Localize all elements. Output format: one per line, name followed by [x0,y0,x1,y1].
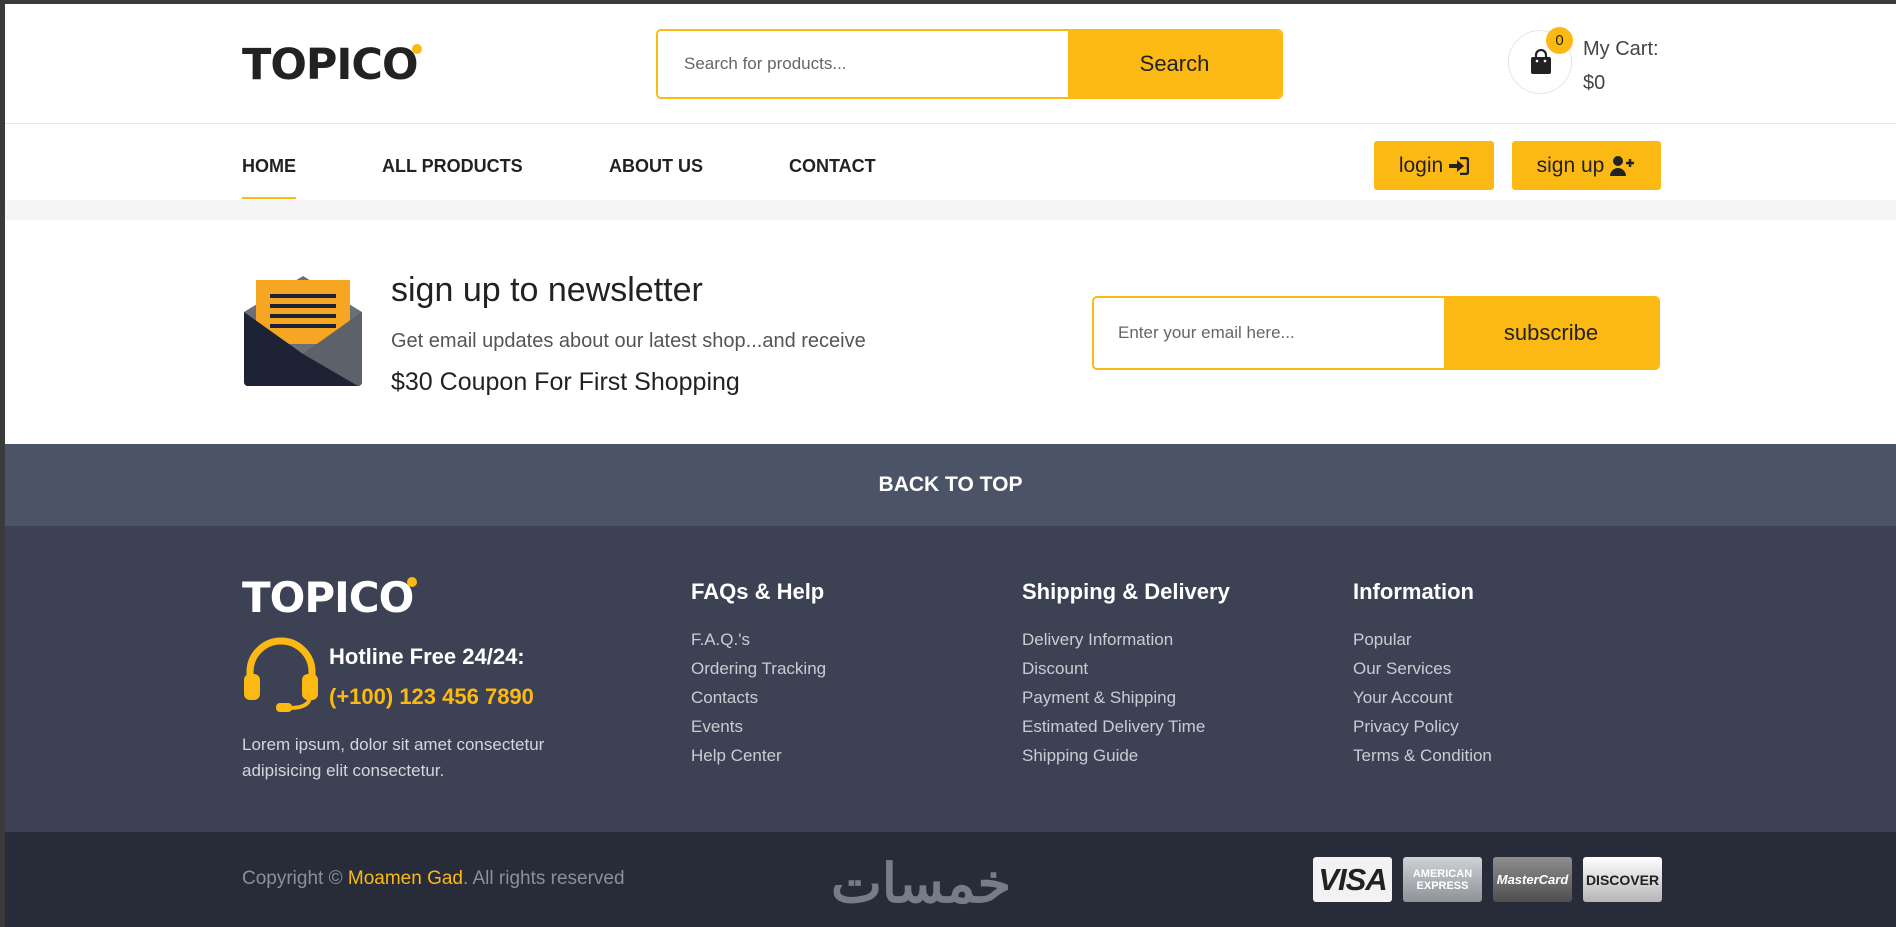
footer-link[interactable]: Help Center [691,741,826,770]
mastercard-label: MasterCard [1496,872,1569,887]
amex-label-1: AMERICAN [1412,867,1473,880]
footer-about-text: Lorem ipsum, dolor sit amet consectetur … [242,735,545,780]
footer-logo-text: TOPIC [242,573,380,622]
footer-link[interactable]: Events [691,712,826,741]
logo-text: TOPIC [242,40,383,90]
search-button[interactable]: Search [1068,31,1281,97]
newsletter-section: sign up to newsletter Get email updates … [5,220,1896,444]
footer-link[interactable]: Contacts [691,683,826,712]
newsletter-title: sign up to newsletter [391,271,703,309]
shopping-bag-icon [1531,49,1551,74]
hotline-label: Hotline Free 24/24: [329,644,525,669]
footer-logo-o: O [378,573,418,622]
newsletter-subtitle: Get email updates about our latest shop.… [391,330,866,352]
page: TOPICO Search 0 My Cart: $0 HOME ALL PRO… [5,4,1896,927]
newsletter-coupon: $30 Coupon For First Shopping [391,368,740,396]
footer-link[interactable]: Your Account [1353,683,1492,712]
site-footer: TOPICO Hotline Free 24/24: (+100) 123 45… [5,526,1896,832]
footer-link[interactable]: Privacy Policy [1353,712,1492,741]
author-link[interactable]: Moamen Gad [348,868,463,889]
cart-label-title: My Cart: [1583,38,1659,60]
newsletter-form: subscribe [1092,296,1660,370]
footer-link[interactable]: Shipping Guide [1022,741,1230,770]
user-plus-icon [1610,155,1635,176]
payment-methods: VISA AMERICAN EXPRESS MasterCard DISCOVER [1313,857,1662,902]
mastercard-icon: MasterCard [1493,857,1572,902]
footer-link[interactable]: Terms & Condition [1353,741,1492,770]
site-logo[interactable]: TOPICO [242,40,422,90]
footer-column-title: Information [1353,579,1474,604]
search-input[interactable] [658,31,1068,97]
footer-link[interactable]: Popular [1353,625,1492,654]
footer-link[interactable]: Ordering Tracking [691,654,826,683]
amex-label-2: EXPRESS [1416,879,1469,892]
footer-column-shipping: Shipping & Delivery Delivery Information… [1022,579,1230,770]
copyright-text: Copyright © Moamen Gad. All rights reser… [242,868,625,890]
logo-o: O [381,40,422,90]
sign-in-icon [1449,156,1470,175]
login-label: login [1398,153,1444,177]
visa-card-icon: VISA [1313,857,1392,902]
main-nav: HOME ALL PRODUCTS ABOUT US CONTACT login… [5,124,1896,200]
footer-column-title: FAQs & Help [691,579,825,604]
footer-logo[interactable]: TOPICO [242,573,418,622]
footer-link[interactable]: Payment & Shipping [1022,683,1230,712]
nav-item-home[interactable]: HOME [242,156,296,199]
nav-item-about-us[interactable]: ABOUT US [609,156,703,177]
discover-label: DISCOVER [1585,871,1660,888]
copyright-prefix: Copyright © [242,868,348,889]
envelope-icon [244,276,362,386]
signup-label: sign up [1536,153,1605,177]
footer-link[interactable]: Our Services [1353,654,1492,683]
nav-item-contact[interactable]: CONTACT [789,156,876,177]
copyright-bar: Copyright © Moamen Gad. All rights reser… [5,832,1896,927]
section-divider [5,200,1896,220]
login-button[interactable]: login [1374,141,1494,190]
cart-label: My Cart: $0 [1583,32,1659,100]
cart-count-badge: 0 [1546,27,1573,54]
signup-button[interactable]: sign up [1512,141,1661,190]
subscribe-button[interactable]: subscribe [1444,298,1658,368]
discover-card-icon: DISCOVER [1583,857,1662,902]
headset-icon [244,637,318,712]
site-header: TOPICO Search 0 My Cart: $0 [5,4,1896,124]
footer-column-information: Information Popular Our Services Your Ac… [1353,579,1492,770]
nav-item-all-products[interactable]: ALL PRODUCTS [382,156,523,177]
watermark-logo: خمسات [831,854,1012,914]
back-to-top-button[interactable]: BACK TO TOP [5,444,1896,526]
footer-column-title: Shipping & Delivery [1022,579,1230,604]
email-input[interactable] [1094,298,1444,368]
footer-link[interactable]: Discount [1022,654,1230,683]
amex-card-icon: AMERICAN EXPRESS [1403,857,1482,902]
copyright-suffix: . All rights reserved [463,868,625,889]
search-bar: Search [656,29,1283,99]
visa-label: VISA [1318,861,1387,897]
hotline-number[interactable]: (+100) 123 456 7890 [329,684,534,710]
footer-link[interactable]: Estimated Delivery Time [1022,712,1230,741]
footer-link[interactable]: Delivery Information [1022,625,1230,654]
cart-total: $0 [1583,72,1606,94]
footer-column-faqs: FAQs & Help F.A.Q.'s Ordering Tracking C… [691,579,826,770]
footer-link[interactable]: F.A.Q.'s [691,625,826,654]
